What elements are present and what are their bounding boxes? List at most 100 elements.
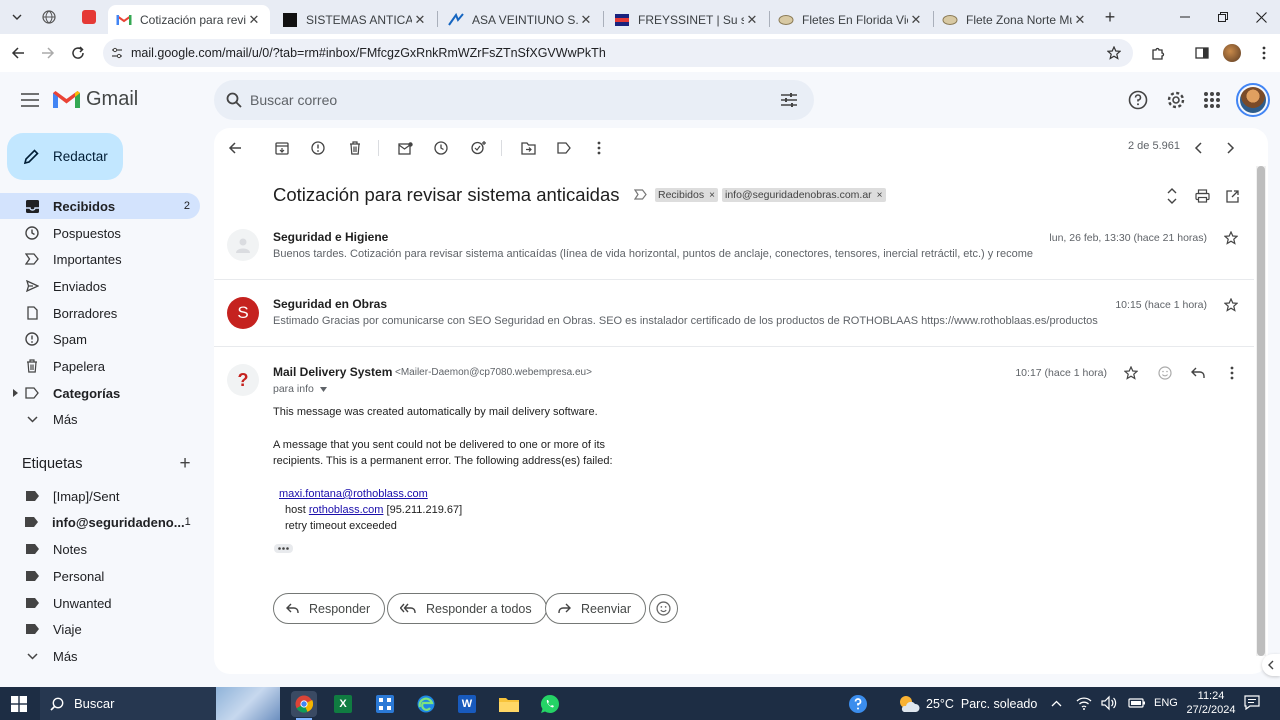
close-tab-icon[interactable]: ✕	[246, 12, 262, 28]
tab-asa[interactable]: ASA VEINTIUNO S.A. CU ✕	[440, 5, 602, 34]
add-label-button[interactable]: +	[176, 454, 194, 473]
emoji-react-button[interactable]	[649, 594, 678, 623]
taskbar-search[interactable]: Buscar	[40, 687, 216, 720]
tab-fletes-florida[interactable]: Fletes En Florida Vicente ✕	[770, 5, 932, 34]
important-marker-icon[interactable]	[634, 189, 647, 200]
tab-flete-zona-norte[interactable]: Flete Zona Norte Munro ✕	[934, 5, 1096, 34]
archive-button[interactable]	[271, 137, 293, 159]
label-chip-info[interactable]: info@seguridadenobras.com.ar ×	[722, 188, 886, 202]
remove-label-icon[interactable]: ×	[709, 190, 715, 201]
address-bar[interactable]: mail.google.com/mail/u/0/?tab=rm#inbox/F…	[103, 39, 1133, 67]
show-trimmed-content-button[interactable]	[274, 544, 293, 553]
notifications-button[interactable]	[1244, 695, 1262, 711]
nav-item-drafts[interactable]: Borradores	[0, 300, 200, 326]
close-tab-icon[interactable]: ✕	[908, 12, 924, 28]
scrollbar-thumb[interactable]	[1257, 166, 1265, 656]
gmail-logo[interactable]: Gmail	[53, 88, 138, 111]
add-task-button[interactable]	[467, 137, 489, 159]
close-tab-icon[interactable]: ✕	[578, 12, 594, 28]
host-link[interactable]: rothoblass.com	[309, 504, 384, 516]
forward-button[interactable]: Reenviar	[545, 593, 647, 624]
extensions-button[interactable]	[1144, 39, 1172, 67]
close-tab-icon[interactable]: ✕	[412, 12, 428, 28]
print-button[interactable]	[1191, 185, 1213, 207]
remove-label-icon[interactable]: ×	[877, 190, 883, 201]
label-item-personal[interactable]: Personal	[0, 563, 200, 589]
label-item-info[interactable]: info@seguridadeno... 1	[0, 509, 200, 535]
older-button[interactable]	[1220, 137, 1242, 159]
nav-item-inbox[interactable]: Recibidos 2	[0, 193, 200, 219]
pinned-tab-1[interactable]	[40, 8, 58, 26]
tab-gmail[interactable]: Cotización para revisar s ✕	[108, 5, 270, 34]
taskbar-file-explorer[interactable]	[496, 691, 522, 717]
taskbar-edge[interactable]	[413, 691, 439, 717]
apps-button[interactable]	[1203, 91, 1221, 109]
taskbar-calculator[interactable]	[372, 691, 398, 717]
mark-unread-button[interactable]	[394, 137, 416, 159]
show-hidden-icons-button[interactable]	[1049, 695, 1063, 711]
message-sender[interactable]: Seguridad en Obras	[273, 297, 387, 311]
report-spam-button[interactable]	[307, 137, 329, 159]
pinned-tab-2[interactable]	[80, 8, 98, 26]
nav-item-sent[interactable]: Enviados	[0, 273, 200, 299]
taskbar-whatsapp[interactable]	[537, 691, 563, 717]
reload-button[interactable]	[64, 39, 92, 67]
more-vert-icon[interactable]	[1230, 366, 1234, 380]
tab-search-button[interactable]	[6, 7, 28, 27]
reply-icon[interactable]	[1191, 367, 1205, 379]
compose-button[interactable]: Redactar	[7, 133, 123, 180]
help-button[interactable]	[1128, 90, 1148, 110]
message-snippet[interactable]: Buenos tardes. Cotización para revisar s…	[273, 248, 1043, 260]
emoji-reaction-icon[interactable]	[1158, 366, 1172, 380]
search-options-icon[interactable]	[781, 93, 797, 107]
help-tray-button[interactable]	[845, 691, 871, 717]
tab-sistemas[interactable]: SISTEMAS ANTICAÍDAS ✕	[274, 5, 436, 34]
snooze-button[interactable]	[430, 137, 452, 159]
thread-scrollbar[interactable]	[1256, 166, 1266, 656]
labels-more[interactable]: Más	[0, 643, 200, 669]
message-snippet[interactable]: Estimado Gracias por comunicarse con SEO…	[273, 315, 1098, 327]
forward-button[interactable]	[34, 39, 62, 67]
taskbar-word[interactable]: W	[454, 691, 480, 717]
browser-menu-button[interactable]	[1250, 39, 1278, 67]
search-input[interactable]: Buscar correo	[250, 92, 337, 108]
failed-address-link[interactable]: maxi.fontana@rothoblass.com	[279, 488, 428, 500]
search-icon[interactable]	[226, 92, 242, 108]
open-new-window-button[interactable]	[1221, 185, 1243, 207]
expand-all-button[interactable]	[1161, 185, 1183, 207]
maximize-button[interactable]	[1204, 0, 1242, 34]
move-to-button[interactable]	[517, 137, 539, 159]
close-window-button[interactable]	[1242, 0, 1280, 34]
taskbar-chrome[interactable]	[291, 691, 317, 717]
close-tab-icon[interactable]: ✕	[744, 12, 760, 28]
expand-arrow-icon[interactable]	[13, 389, 18, 397]
network-button[interactable]	[1076, 695, 1092, 711]
account-button[interactable]	[1236, 83, 1270, 117]
volume-button[interactable]	[1101, 695, 1117, 711]
label-item-imap-sent[interactable]: [Imap]/Sent	[0, 483, 200, 509]
back-to-inbox-button[interactable]	[224, 137, 246, 159]
search-bar[interactable]: Buscar correo	[214, 80, 814, 120]
back-button[interactable]	[4, 39, 32, 67]
settings-button[interactable]	[1166, 90, 1186, 110]
tab-freyssinet[interactable]: FREYSSINET | Su socio e ✕	[606, 5, 768, 34]
reply-all-button[interactable]: Responder a todos	[387, 593, 547, 624]
newer-button[interactable]	[1187, 137, 1209, 159]
label-chip-inbox[interactable]: Recibidos ×	[655, 188, 718, 202]
message-sender[interactable]: Mail Delivery System	[273, 365, 392, 379]
minimize-button[interactable]	[1166, 0, 1204, 34]
battery-button[interactable]	[1128, 696, 1146, 710]
site-info-icon[interactable]	[111, 47, 123, 59]
weather-widget[interactable]: 25°C Parc. soleado	[898, 687, 1037, 720]
label-item-notes[interactable]: Notes	[0, 536, 200, 562]
star-icon[interactable]	[1124, 366, 1138, 380]
recipient-details[interactable]: para info	[273, 383, 327, 395]
profile-button[interactable]	[1218, 39, 1246, 67]
close-tab-icon[interactable]: ✕	[1072, 12, 1088, 28]
system-clock[interactable]: 11:24 27/2/2024	[1186, 689, 1236, 717]
side-panel-toggle[interactable]	[1262, 654, 1280, 676]
star-icon[interactable]	[1224, 231, 1238, 245]
label-item-unwanted[interactable]: Unwanted	[0, 590, 200, 616]
taskbar-excel[interactable]: X	[330, 691, 356, 717]
nav-item-trash[interactable]: Papelera	[0, 353, 200, 379]
